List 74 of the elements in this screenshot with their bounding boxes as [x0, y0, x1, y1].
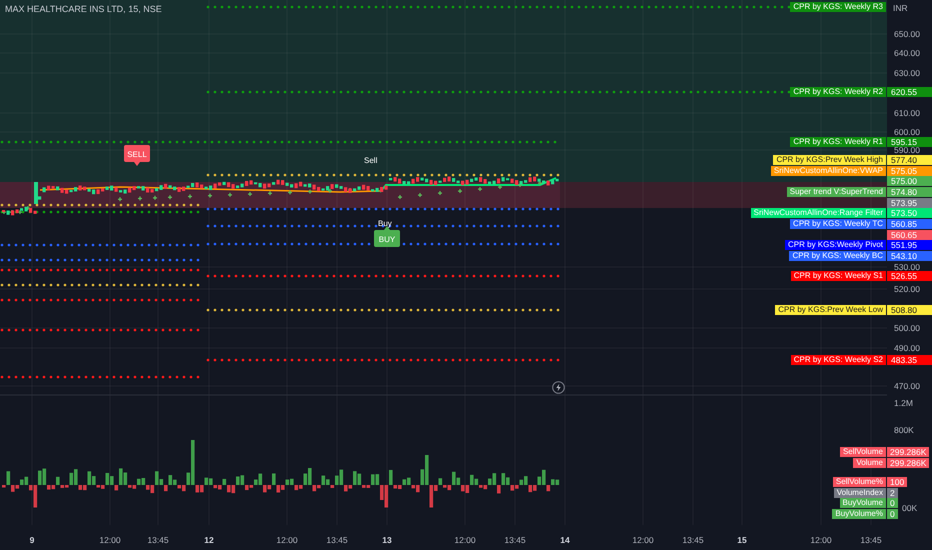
chart-title: MAX HEALTHCARE INS LTD, 15, NSE [5, 4, 162, 14]
price-label: 560.85 [887, 219, 932, 229]
price-label: 577.40 [887, 155, 932, 165]
time-label: 9 [30, 535, 34, 545]
price-label: 575.00 [887, 176, 932, 186]
price-label: 574.80 [887, 187, 932, 197]
indicator-label: CPR by KGS:Prev Week Low [775, 305, 886, 315]
indicator-label: SriNewCustomAllinOne:VWAP [770, 166, 886, 176]
time-label: 13:45 [326, 535, 348, 545]
volume-label: VolumeIndex [834, 488, 886, 498]
volume-tick: 00K [902, 503, 918, 513]
price-label: 573.95 [887, 198, 932, 208]
time-label: 13:45 [682, 535, 704, 545]
volume-value: 100 [887, 477, 908, 487]
time-label: 12:00 [810, 535, 832, 545]
price-label: 543.10 [887, 251, 932, 261]
price-tick: 490.00 [894, 343, 920, 353]
price-tick: 590.00 [894, 145, 920, 155]
indicator-label: CPR by KGS: Weekly R1 [790, 137, 886, 147]
time-label: 13 [382, 535, 392, 545]
indicator-label: CPR by KGS: Weekly S1 [790, 271, 886, 281]
time-label: 13:45 [147, 535, 169, 545]
volume-tick: 1.2M [894, 398, 913, 408]
price-tick: 600.00 [894, 127, 920, 137]
indicator-label: SriNewCustomAllinOne:Range Filter [750, 208, 886, 218]
signal-label: Buy [378, 219, 392, 228]
volume-tick: 800K [894, 425, 914, 435]
time-label: 15 [737, 535, 747, 545]
indicator-label: CPR by KGS:Weekly Pivot [785, 240, 886, 250]
time-label: 12:00 [632, 535, 654, 545]
price-label: 551.95 [887, 240, 932, 250]
indicator-label: Super trend V:SuperTrend [786, 187, 886, 197]
price-tick: 530.00 [894, 262, 920, 272]
volume-label: SellVolume [840, 447, 886, 457]
time-label: 12:00 [276, 535, 298, 545]
volume-value: 0 [887, 509, 898, 519]
volume-label: BuyVolume% [832, 509, 886, 519]
price-label: 620.55 [887, 87, 932, 97]
volume-label: SellVolume% [832, 477, 886, 487]
price-tick: 650.00 [894, 29, 920, 39]
price-label: 560.65 [887, 230, 932, 240]
price-label: 483.35 [887, 355, 932, 365]
price-label: 595.15 [887, 137, 932, 147]
time-label: 12:00 [454, 535, 476, 545]
time-label: 13:45 [504, 535, 526, 545]
lightning-icon[interactable] [552, 381, 565, 394]
time-label: 12:00 [99, 535, 121, 545]
time-label: 12 [204, 535, 214, 545]
indicator-label: CPR by KGS: Weekly BC [789, 251, 886, 261]
price-label: 573.50 [887, 208, 932, 218]
volume-label: BuyVolume [840, 498, 886, 508]
price-tick: 500.00 [894, 323, 920, 333]
price-tick: 470.00 [894, 381, 920, 391]
time-label: 14 [560, 535, 570, 545]
volume-label: Volume [853, 458, 886, 468]
price-label: 575.05 [887, 166, 932, 176]
indicator-label: CPR by KGS:Prev Week High [773, 155, 886, 165]
price-tick: 640.00 [894, 48, 920, 58]
price-tick: 610.00 [894, 108, 920, 118]
indicator-label: CPR by KGS: Weekly S2 [790, 355, 886, 365]
time-label: 13:45 [860, 535, 882, 545]
indicator-label: CPR by KGS: Weekly TC [790, 219, 886, 229]
signal-label: Sell [364, 156, 378, 165]
price-label: 508.80 [887, 305, 932, 315]
volume-value: 299.286K [887, 447, 930, 457]
volume-value: 0 [887, 498, 898, 508]
price-tick: 630.00 [894, 68, 920, 78]
volume-value: 2 [887, 488, 898, 498]
currency-label: INR [893, 3, 908, 13]
indicator-label: CPR by KGS: Weekly R2 [790, 87, 886, 97]
volume-value: 299.286K [887, 458, 930, 468]
indicator-label: CPR by KGS: Weekly R3 [790, 2, 886, 12]
price-label: 526.55 [887, 271, 932, 281]
price-tick: 520.00 [894, 284, 920, 294]
